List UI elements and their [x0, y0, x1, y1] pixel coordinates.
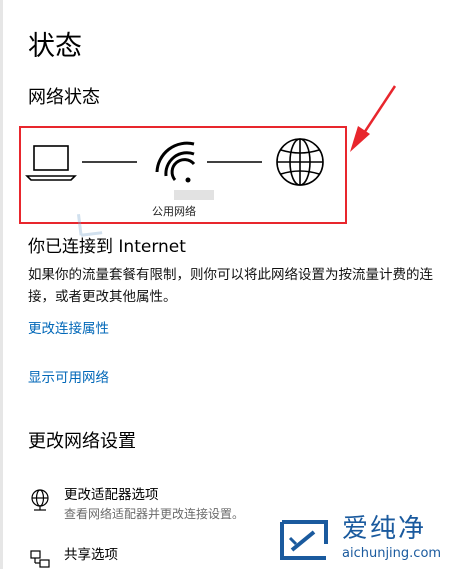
arrow-icon: [350, 85, 397, 152]
sharing-icon: [30, 550, 50, 568]
sharing-option-label: 共享选项: [64, 547, 118, 563]
adapter-option-label: 更改适配器选项: [64, 487, 159, 503]
sharing-options[interactable]: 共享选项: [28, 546, 288, 586]
window-left-edge: [0, 0, 3, 569]
change-network-settings-title: 更改网络设置: [28, 431, 136, 452]
highlight-box: [19, 126, 347, 224]
adapter-option-description: 查看网络适配器并更改连接设置。: [64, 507, 245, 521]
connected-title: 你已连接到 Internet: [28, 237, 186, 257]
watermark-logo-icon: [280, 520, 328, 560]
change-adapter-options[interactable]: 更改适配器选项 查看网络适配器并更改连接设置。: [28, 486, 288, 526]
page-title: 状态: [28, 31, 82, 62]
change-connection-properties-link[interactable]: 更改连接属性: [28, 320, 109, 338]
adapter-globe-icon: [31, 489, 49, 511]
show-available-networks-link[interactable]: 显示可用网络: [28, 369, 109, 387]
network-status-title: 网络状态: [28, 87, 100, 108]
watermark-logo: 爱纯净 aichunjing.com: [268, 508, 471, 569]
watermark-brand: 爱纯净: [342, 514, 427, 544]
watermark-url: aichunjing.com: [342, 546, 442, 561]
connected-description: 如果你的流量套餐有限制，则你可以将此网络设置为按流量计费的连接，或者更改其他属性…: [28, 267, 433, 305]
